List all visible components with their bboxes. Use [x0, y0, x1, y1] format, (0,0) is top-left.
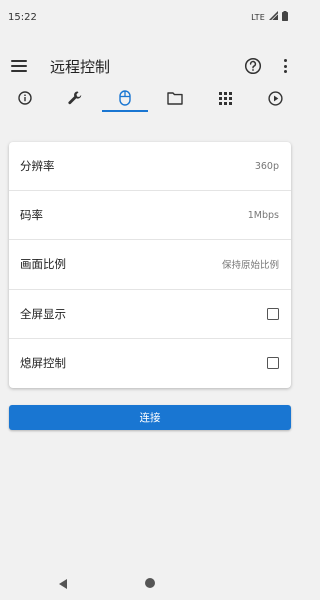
page-title: 远程控制 — [50, 58, 111, 76]
menu-button[interactable] — [10, 58, 28, 76]
more-icon-dot — [283, 59, 287, 62]
menu-icon-line — [11, 70, 27, 72]
more-options-button[interactable] — [282, 57, 288, 75]
info-icon — [18, 91, 32, 105]
menu-icon-line — [11, 60, 27, 62]
screen-off-row[interactable]: 熄屏控制 — [9, 339, 291, 388]
status-bar: 15:22 LTE — [0, 0, 300, 34]
aspect-ratio-row[interactable]: 画面比例 保持原始比例 — [9, 240, 291, 290]
folder-icon — [167, 92, 183, 105]
fullscreen-row[interactable]: 全屏显示 — [9, 290, 291, 339]
tab-settings[interactable] — [50, 84, 100, 112]
status-indicators: LTE — [251, 10, 288, 24]
bitrate-value: 1Mbps — [247, 209, 279, 221]
tab-info[interactable] — [0, 84, 50, 112]
menu-icon-line — [11, 65, 27, 67]
resolution-label: 分辨率 — [20, 159, 55, 174]
help-icon — [244, 57, 262, 75]
wrench-icon — [68, 91, 82, 105]
screen-off-label: 熄屏控制 — [20, 356, 66, 371]
resolution-row[interactable]: 分辨率 360p — [9, 142, 291, 192]
tab-bar — [0, 84, 300, 112]
signal-icon — [269, 11, 279, 23]
screen-off-checkbox[interactable] — [267, 357, 279, 370]
bitrate-label: 码率 — [20, 208, 43, 223]
tab-files[interactable] — [150, 84, 200, 112]
apps-grid-icon — [218, 91, 232, 105]
mouse-icon — [119, 90, 131, 106]
network-type: LTE — [251, 12, 265, 22]
app-bar: 远程控制 — [0, 50, 300, 84]
play-circle-icon — [267, 90, 283, 106]
back-nav-button[interactable] — [58, 575, 68, 594]
battery-icon — [282, 10, 288, 24]
resolution-value: 360p — [254, 160, 279, 172]
back-triangle-icon — [59, 579, 67, 589]
more-icon-dot — [283, 70, 287, 73]
fullscreen-label: 全屏显示 — [20, 306, 66, 321]
fullscreen-checkbox[interactable] — [267, 307, 279, 320]
tab-remote-control[interactable] — [100, 84, 150, 112]
system-nav-bar — [0, 565, 300, 600]
connect-button[interactable]: 连接 — [9, 405, 291, 430]
screen: 15:22 LTE 远程控制 分辨率 360p 码率 1Mbps 画面比例 保持… — [0, 0, 300, 600]
home-nav-button[interactable] — [145, 578, 155, 588]
tab-media[interactable] — [250, 84, 300, 112]
aspect-ratio-label: 画面比例 — [20, 257, 66, 272]
status-time: 15:22 — [8, 11, 37, 23]
bitrate-row[interactable]: 码率 1Mbps — [9, 191, 291, 241]
more-icon-dot — [283, 64, 287, 68]
aspect-ratio-value: 保持原始比例 — [221, 260, 279, 272]
help-button[interactable] — [244, 57, 262, 75]
tab-apps[interactable] — [200, 84, 250, 112]
settings-card: 分辨率 360p 码率 1Mbps 画面比例 保持原始比例 全屏显示 熄屏控制 — [9, 142, 291, 388]
